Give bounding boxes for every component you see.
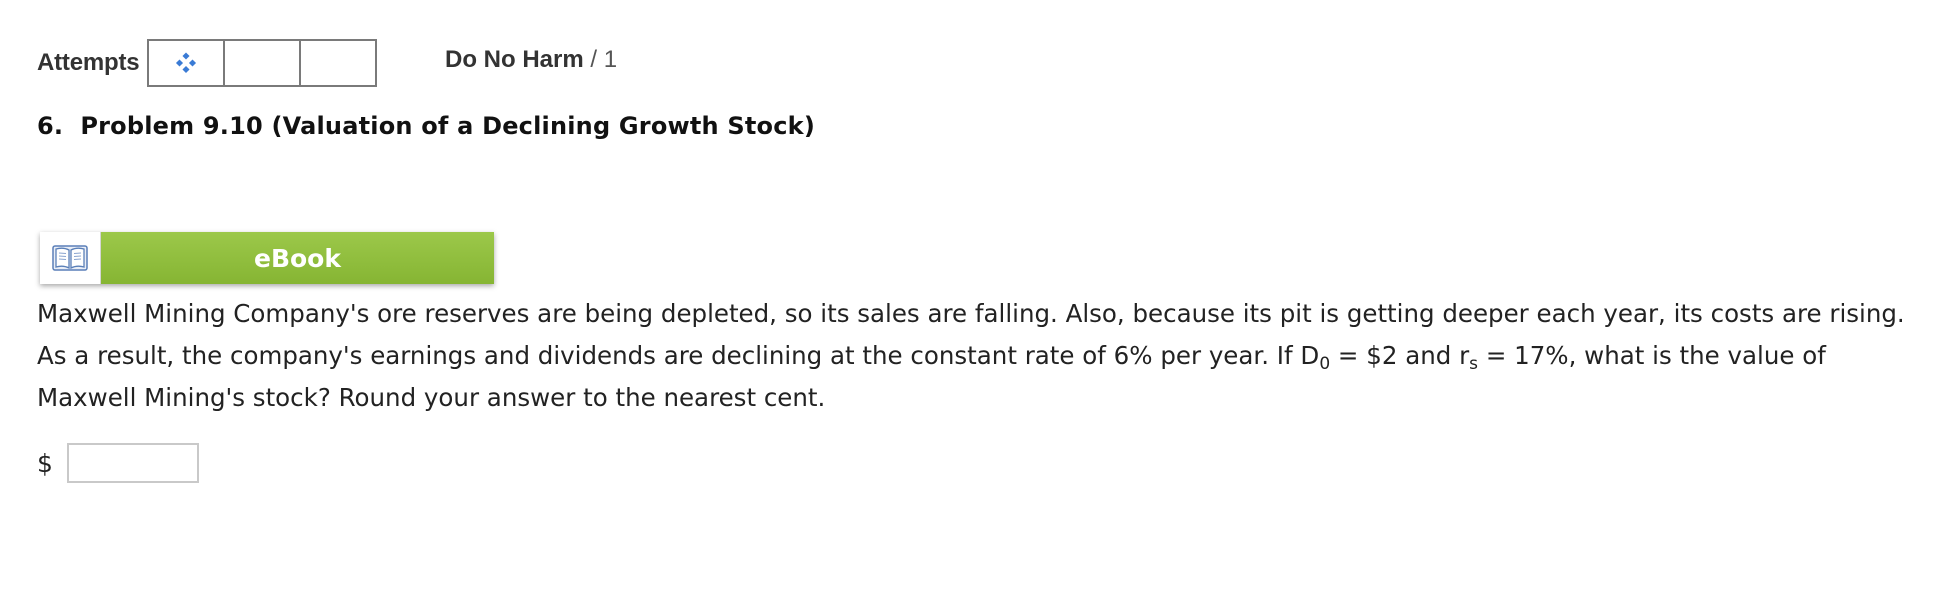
problem-title: 6. Problem 9.10 (Valuation of a Declinin… xyxy=(37,112,815,140)
attempt-boxes xyxy=(147,39,378,87)
ebook-button[interactable]: eBook xyxy=(40,232,494,284)
harm-name: Do No Harm xyxy=(445,46,584,73)
question-subscript-r: s xyxy=(1469,354,1479,374)
diamond-dots-icon xyxy=(176,52,197,74)
attempt-box-1[interactable] xyxy=(149,41,226,85)
harm-score: / 1 xyxy=(583,46,618,73)
ebook-label: eBook xyxy=(101,232,494,284)
do-no-harm-label: Do No Harm / 1 xyxy=(445,46,617,74)
open-book-icon xyxy=(52,245,88,271)
attempt-box-2[interactable] xyxy=(225,41,302,85)
answer-row: $ xyxy=(37,443,199,483)
question-part-2: = $2 and r xyxy=(1330,341,1470,370)
currency-label: $ xyxy=(37,448,53,478)
question-text: Maxwell Mining Company's ore reserves ar… xyxy=(37,293,1927,419)
answer-input[interactable] xyxy=(66,443,199,483)
attempts-label: Attempts xyxy=(37,49,140,76)
problem-number: 6. xyxy=(37,112,64,140)
problem-title-text: Problem 9.10 (Valuation of a Declining G… xyxy=(80,112,815,140)
attempts-row: Attempts xyxy=(37,39,378,87)
question-subscript-d: 0 xyxy=(1319,354,1331,374)
attempt-box-3[interactable] xyxy=(301,41,375,85)
ebook-icon-cell xyxy=(40,232,101,284)
